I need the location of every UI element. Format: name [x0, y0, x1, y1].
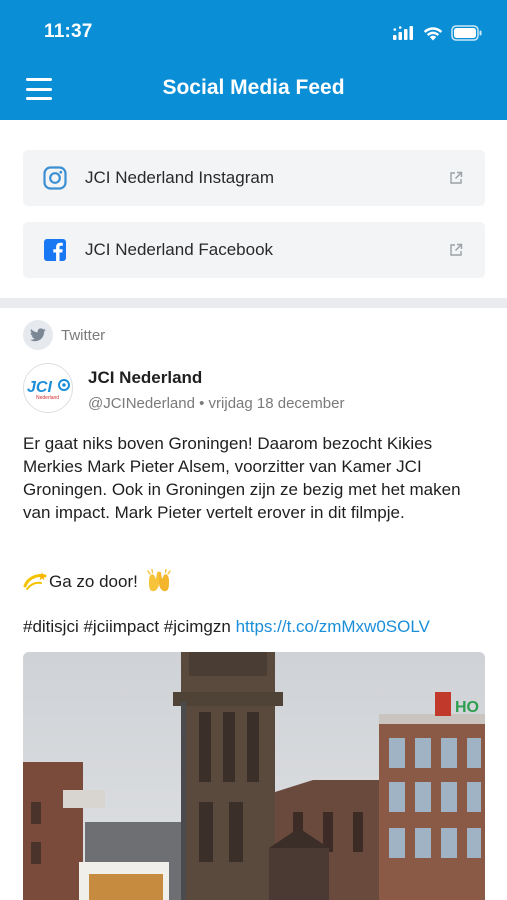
post-author[interactable]: JCI Nederland: [88, 368, 202, 388]
post-cheer-line: Ga zo door!: [23, 569, 172, 593]
post-image-graphic: HO: [23, 652, 485, 900]
avatar-logo-subtext: Nederland: [36, 395, 59, 401]
status-time: 11:37: [44, 21, 93, 42]
instagram-link[interactable]: JCI Nederland Instagram: [23, 150, 485, 206]
twitter-icon-badge: [23, 320, 53, 350]
post-hashtags[interactable]: #ditisjci #jciimpact #jcimgzn: [23, 617, 231, 636]
avatar-logo-text: JCI: [27, 379, 52, 396]
battery-icon: [451, 25, 482, 41]
post-meta: @JCINederland • vrijdag 18 december: [88, 395, 345, 412]
page-title: Social Media Feed: [162, 76, 345, 99]
post-hashtags-line: #ditisjci #jciimpact #jcimgzn https://t.…: [23, 615, 430, 638]
app-header: 11:37 Social Media Feed: [0, 0, 507, 120]
post-source-label: Twitter: [61, 326, 106, 344]
photo-sign-text: HO: [455, 699, 479, 716]
raising-hands-icon: [147, 569, 171, 592]
signal-icon: [393, 26, 413, 40]
post-text: Er gaat niks boven Groningen! Daarom bez…: [23, 434, 461, 522]
wifi-icon: [423, 26, 443, 40]
facebook-link[interactable]: JCI Nederland Facebook: [23, 222, 485, 278]
jci-logo-icon: JCI Nederland: [27, 379, 70, 401]
external-link-icon: [450, 243, 463, 256]
post-image[interactable]: HO: [23, 652, 485, 900]
external-link-icon: [450, 171, 463, 184]
twitter-icon: [30, 328, 46, 342]
facebook-link-label: JCI Nederland Facebook: [85, 240, 274, 259]
post-link[interactable]: https://t.co/zmMxw0SOLV: [236, 617, 430, 636]
avatar[interactable]: JCI Nederland: [23, 363, 73, 413]
post-cheer: Ga zo door!: [49, 571, 138, 591]
instagram-icon: [43, 166, 67, 190]
section-divider: [0, 298, 507, 308]
facebook-icon: [44, 239, 66, 261]
status-icons: [393, 24, 483, 42]
post-source: Twitter: [23, 320, 105, 350]
dizzy-icon: [23, 572, 47, 590]
instagram-link-label: JCI Nederland Instagram: [85, 168, 274, 187]
